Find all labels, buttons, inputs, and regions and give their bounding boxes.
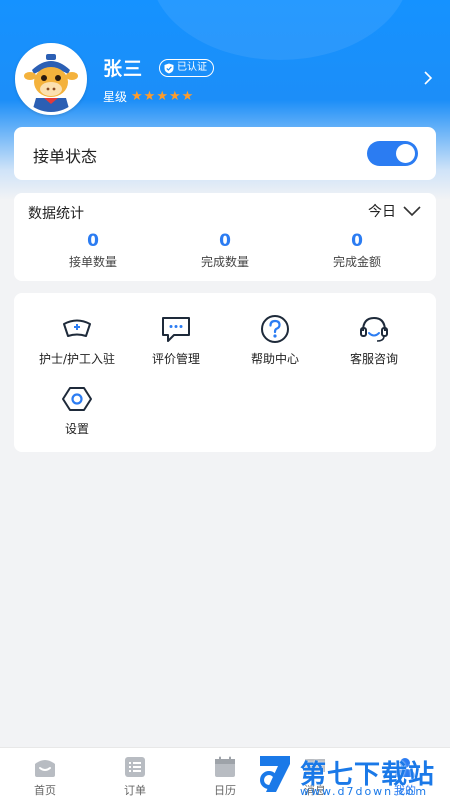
stat-label: 完成数量 <box>200 255 249 269</box>
tab-orders[interactable]: 订单 <box>105 755 165 798</box>
stat-label: 接单数量 <box>68 255 117 269</box>
star-icon: ★ <box>143 89 156 104</box>
headset-icon <box>360 316 388 342</box>
star-icon: ★ <box>181 89 194 104</box>
verified-label: 已认证 <box>177 62 207 73</box>
stat-orders: 0 接单数量 <box>38 231 148 270</box>
header-decoration <box>150 0 410 60</box>
home-icon <box>35 760 55 777</box>
period-dropdown[interactable]: 今日 <box>368 201 422 221</box>
menu-item-label: 帮助中心 <box>250 352 299 366</box>
period-label: 今日 <box>368 204 396 220</box>
chevron-right-icon[interactable] <box>418 68 438 88</box>
nurse-cap-icon <box>63 319 91 337</box>
menu-item-label: 护士/护工入驻 <box>38 352 116 366</box>
calendar-icon <box>215 756 235 777</box>
tab-calendar[interactable]: 日历 <box>195 755 255 798</box>
tab-home[interactable]: 首页 <box>15 755 75 798</box>
watermark: 第七下载站 www.d7down.com <box>256 752 450 800</box>
menu-item-settings[interactable]: 设置 <box>27 383 127 437</box>
stat-label: 完成金额 <box>332 255 381 269</box>
stat-completed: 0 完成数量 <box>170 231 280 270</box>
menu-item-help[interactable]: 帮助中心 <box>225 313 325 367</box>
order-status-toggle[interactable] <box>367 141 418 166</box>
user-name: 张三 <box>103 58 144 80</box>
menu-item-label: 评价管理 <box>151 352 200 366</box>
stat-value: 0 <box>351 231 363 251</box>
stat-amount: 0 完成金额 <box>302 231 412 270</box>
stat-value: 0 <box>219 231 231 251</box>
order-status-card: 接单状态 <box>14 127 436 180</box>
help-icon <box>261 315 289 343</box>
watermark-logo-icon <box>260 756 290 792</box>
menu-item-label: 设置 <box>64 422 89 436</box>
rating-label: 星级 <box>103 90 128 104</box>
cow-avatar-icon <box>18 46 84 112</box>
order-icon <box>125 757 145 777</box>
stats-card: 数据统计 今日 0 接单数量 0 完成数量 0 完成金额 <box>14 193 436 281</box>
menu-item-customer-service[interactable]: 客服咨询 <box>324 313 424 367</box>
verified-badge: 已认证 <box>159 59 214 77</box>
watermark-url: www.d7down.com <box>300 785 429 798</box>
toggle-knob <box>396 144 415 163</box>
star-icon: ★ <box>168 89 181 104</box>
tab-label: 日历 <box>214 784 236 797</box>
order-status-label: 接单状态 <box>33 147 98 166</box>
menu-item-reviews[interactable]: 评价管理 <box>126 313 226 367</box>
menu-item-nurse-register[interactable]: 护士/护工入驻 <box>27 313 127 367</box>
chevron-down-icon <box>403 206 421 217</box>
menu-card: 护士/护工入驻 评价管理 帮助中心 客服咨询 设置 <box>14 293 436 452</box>
rating: 星级 ★ ★ ★ ★ ★ <box>103 88 193 105</box>
star-icon: ★ <box>156 89 168 104</box>
stats-title: 数据统计 <box>28 206 84 222</box>
shield-check-icon <box>164 63 174 73</box>
menu-item-label: 客服咨询 <box>349 352 398 366</box>
tab-label: 首页 <box>34 784 56 797</box>
star-icon: ★ <box>131 89 143 104</box>
tab-label: 订单 <box>124 784 146 797</box>
settings-icon <box>62 387 92 411</box>
stat-value: 0 <box>87 231 99 251</box>
avatar[interactable] <box>15 43 87 115</box>
comment-icon <box>162 317 190 342</box>
star-rating: ★ ★ ★ ★ ★ <box>131 90 193 103</box>
